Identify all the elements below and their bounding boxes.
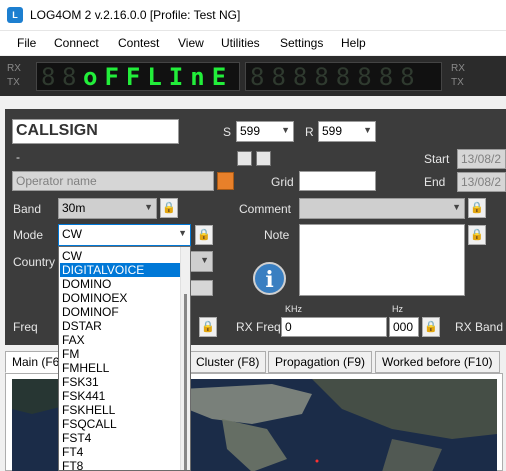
chevron-down-icon: ▼ [363, 125, 372, 135]
operator-name-input[interactable]: Operator name [12, 171, 214, 191]
mode-select[interactable]: CW ▼ [58, 224, 191, 246]
rst-sent-value: 599 [240, 124, 261, 138]
dropdown-scrollbar[interactable] [180, 247, 190, 470]
mode-dropdown-list: CW DIGITALVOICE DOMINO DOMINOEX DOMINOF … [58, 246, 191, 471]
mode-option-cw[interactable]: CW [60, 249, 180, 263]
menu-help[interactable]: Help [341, 36, 366, 50]
mode-option-fsqcall[interactable]: FSQCALL [60, 417, 180, 431]
menu-file[interactable]: File [17, 36, 36, 50]
menu-view[interactable]: View [178, 36, 204, 50]
chevron-down-icon: ▼ [200, 255, 209, 265]
tab-main[interactable]: Main (F6) [5, 351, 65, 373]
mode-option-fsk31[interactable]: FSK31 [60, 375, 180, 389]
flag-toggle-1[interactable] [237, 151, 252, 166]
rx-indicator-left: RX [7, 63, 21, 74]
rx-freq-khz-input[interactable]: 0 [281, 317, 387, 337]
tab-cluster[interactable]: Cluster (F8) [189, 351, 267, 373]
menu-connect[interactable]: Connect [54, 36, 99, 50]
operator-lookup-button[interactable] [217, 172, 234, 190]
tx-indicator-left: TX [7, 77, 20, 88]
dropdown-scroll-thumb[interactable] [184, 294, 187, 470]
rst-rcvd-label: R [305, 125, 314, 139]
callsign-dash: - [16, 150, 20, 164]
band-label: Band [13, 202, 42, 216]
grid-label: Grid [271, 175, 294, 189]
country-select[interactable]: ▼ [190, 251, 213, 272]
mode-value: CW [62, 227, 82, 241]
flag-toggle-2[interactable] [256, 151, 271, 166]
comment-lock-icon[interactable]: 🔒 [468, 198, 486, 218]
start-label: Start [424, 152, 450, 166]
mode-option-fsk441[interactable]: FSK441 [60, 389, 180, 403]
rx-freq-hz-input[interactable]: 000 [389, 317, 419, 337]
led-status-text: oFFLInE [83, 63, 234, 91]
menu-bar: File Connect Contest View Utilities Sett… [0, 31, 506, 55]
led-display-main: 8 8 oFFLInE [36, 62, 240, 91]
hz-label: Hz [392, 304, 403, 314]
menu-contest[interactable]: Contest [118, 36, 159, 50]
mode-option-dominoex[interactable]: DOMINOEX [60, 291, 180, 305]
rx-band-label: RX Band [455, 320, 504, 334]
end-time-field[interactable]: 13/08/2 [457, 172, 506, 192]
mode-option-digitalvoice[interactable]: DIGITALVOICE [60, 263, 180, 277]
window-title: LOG4OM 2 v.2.16.0.0 [Profile: Test NG] [30, 8, 241, 22]
mode-option-dominof[interactable]: DOMINOF [60, 305, 180, 319]
app-icon: L [7, 7, 23, 23]
note-lock-icon[interactable]: 🔒 [468, 225, 486, 245]
rx-indicator-right: RX [451, 63, 465, 74]
note-label: Note [264, 228, 290, 242]
mode-option-fax[interactable]: FAX [60, 333, 180, 347]
start-time-field[interactable]: 13/08/2 [457, 149, 506, 169]
khz-label: KHz [285, 304, 303, 314]
mode-option-fm[interactable]: FM [60, 347, 180, 361]
chevron-down-icon: ▼ [452, 202, 461, 212]
note-textarea[interactable] [299, 224, 465, 296]
band-lock-icon[interactable]: 🔒 [160, 198, 178, 218]
mode-option-ft8[interactable]: FT8 [60, 459, 180, 470]
rst-sent-select[interactable]: 599 ▼ [236, 121, 294, 142]
mode-option-fskhell[interactable]: FSKHELL [60, 403, 180, 417]
title-bar: L LOG4OM 2 v.2.16.0.0 [Profile: Test NG] [0, 0, 506, 31]
chevron-down-icon: ▼ [178, 228, 187, 238]
band-select[interactable]: 30m ▼ [58, 198, 157, 219]
country-label: Country [13, 255, 56, 269]
tab-worked-before[interactable]: Worked before (F10) [375, 351, 500, 373]
tx-indicator-right: TX [451, 77, 464, 88]
led-display-strip: RX TX 8 8 oFFLInE 88888888 RX TX [0, 56, 506, 96]
end-label: End [424, 175, 446, 189]
mode-option-fmhell[interactable]: FMHELL [60, 361, 180, 375]
chevron-down-icon: ▼ [144, 202, 153, 212]
mode-option-domino[interactable]: DOMINO [60, 277, 180, 291]
freq-lock-icon[interactable]: 🔒 [199, 317, 217, 337]
grid-input[interactable] [299, 171, 376, 191]
mode-lock-icon[interactable]: 🔒 [195, 225, 213, 245]
chevron-down-icon: ▼ [281, 125, 290, 135]
mode-option-ft4[interactable]: FT4 [60, 445, 180, 459]
freq-label: Freq [13, 320, 38, 334]
info-icon[interactable]: i [253, 262, 286, 295]
tab-propagation[interactable]: Propagation (F9) [268, 351, 373, 373]
comment-select[interactable]: ▼ [299, 198, 465, 219]
mode-option-fst4[interactable]: FST4 [60, 431, 180, 445]
rx-freq-lock-icon[interactable]: 🔒 [422, 317, 440, 337]
mode-option-dstar[interactable]: DSTAR [60, 319, 180, 333]
rst-rcvd-value: 599 [322, 124, 343, 138]
comment-label: Comment [239, 202, 292, 216]
rst-sent-label: S [223, 125, 232, 139]
country-extra-field[interactable] [190, 280, 213, 296]
mode-label: Mode [13, 228, 44, 242]
rst-rcvd-select[interactable]: 599 ▼ [318, 121, 376, 142]
band-value: 30m [62, 201, 86, 215]
led-display-secondary: 88888888 [245, 62, 442, 91]
menu-settings[interactable]: Settings [280, 36, 323, 50]
menu-utilities[interactable]: Utilities [221, 36, 260, 50]
rx-freq-label: RX Freq [236, 320, 281, 334]
callsign-input[interactable]: CALLSIGN [12, 119, 179, 144]
